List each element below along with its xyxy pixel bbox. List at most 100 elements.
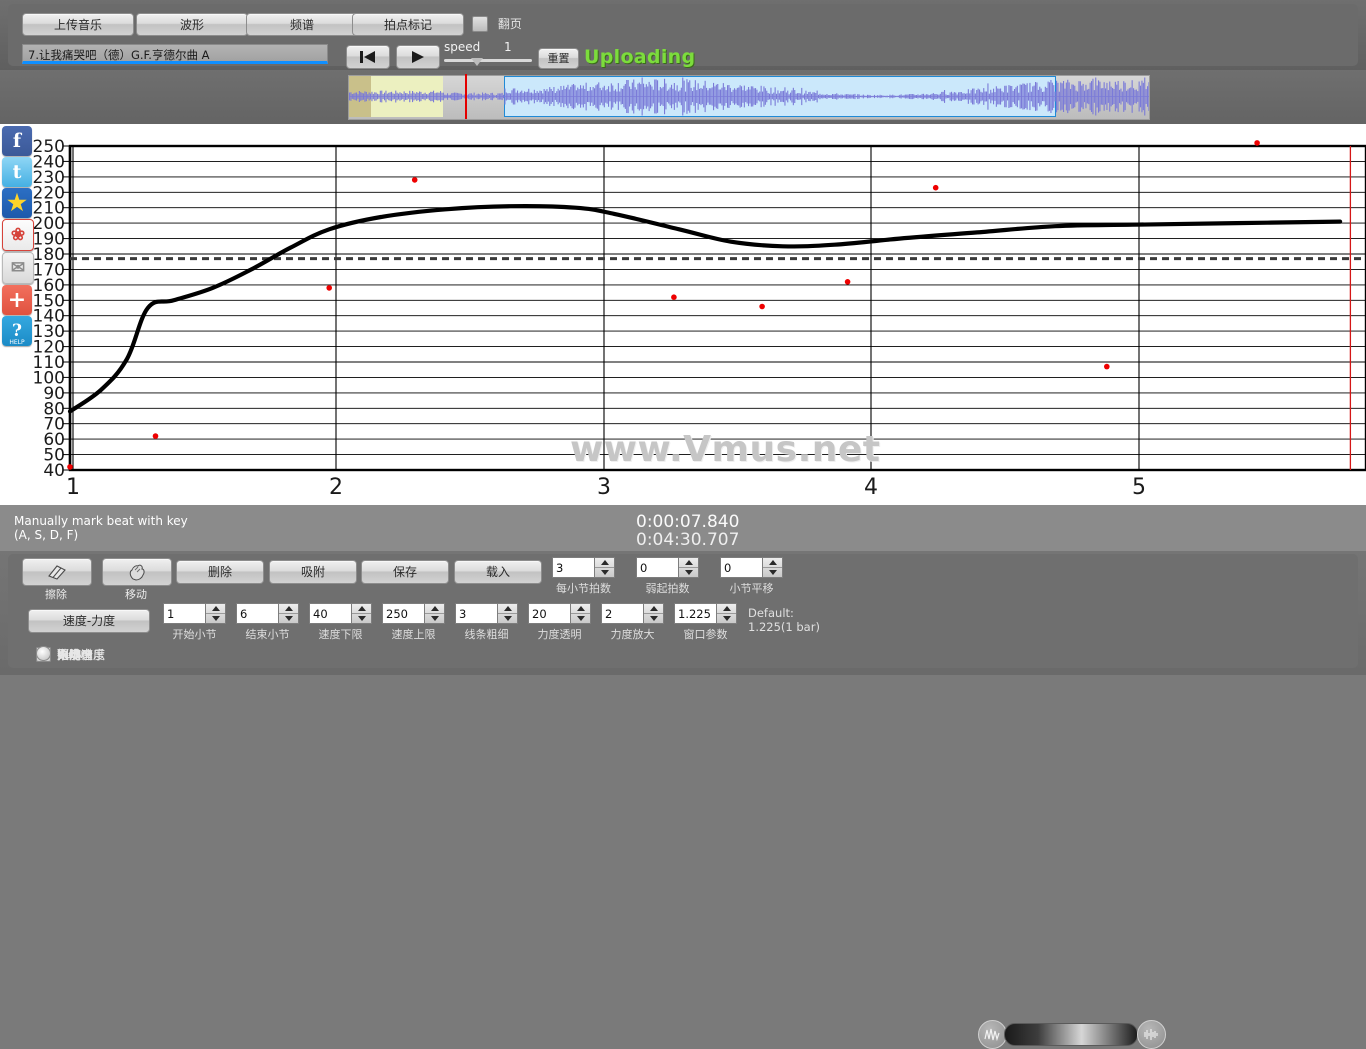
tempo-min-value[interactable]: 40 bbox=[309, 603, 351, 624]
share-plus-icon[interactable]: + bbox=[2, 285, 32, 315]
dynamics-scale-arrows[interactable] bbox=[643, 603, 664, 624]
line-width-value[interactable]: 3 bbox=[455, 603, 497, 624]
pickup-beats-value[interactable]: 0 bbox=[636, 557, 678, 578]
pickup-beats-down[interactable] bbox=[679, 568, 698, 577]
tempo-max-arrows[interactable] bbox=[424, 603, 445, 624]
flip-page-checkbox-group[interactable]: 翻页 bbox=[466, 15, 522, 32]
radio-worm[interactable]: Worm bbox=[30, 646, 92, 661]
tab-beat-marker[interactable]: 拍点标记 bbox=[352, 13, 464, 36]
pickup-beats-up[interactable] bbox=[679, 558, 698, 568]
tempo-chart[interactable]: 2502402302202102001901801701601501401301… bbox=[0, 124, 1366, 505]
window-param-arrows[interactable] bbox=[716, 603, 737, 624]
end-bar-arrows[interactable] bbox=[278, 603, 299, 624]
start-bar-up[interactable] bbox=[206, 604, 225, 614]
tempo-max-down[interactable] bbox=[425, 614, 444, 623]
start-bar-down[interactable] bbox=[206, 614, 225, 623]
email-icon[interactable]: ✉ bbox=[2, 252, 34, 284]
pickup-beats-field: 0 弱起拍数 bbox=[636, 557, 699, 596]
twitter-icon[interactable]: t bbox=[2, 157, 32, 187]
beats-per-bar-stepper[interactable]: 3 bbox=[552, 557, 615, 578]
tab-spectrum[interactable]: 频谱 bbox=[246, 13, 358, 36]
speed-slider-track[interactable] bbox=[444, 59, 532, 62]
speed-slider-knob[interactable] bbox=[471, 58, 483, 66]
end-bar-stepper[interactable]: 6 bbox=[236, 603, 299, 624]
tool-move[interactable] bbox=[102, 558, 172, 586]
line-width-arrows[interactable] bbox=[497, 603, 518, 624]
save-button-label: 保存 bbox=[393, 566, 417, 578]
pickup-beats-stepper[interactable]: 0 bbox=[636, 557, 699, 578]
bar-shift-down[interactable] bbox=[763, 568, 782, 577]
volume-slider[interactable] bbox=[1004, 1023, 1138, 1046]
tempo-max-value[interactable]: 250 bbox=[382, 603, 424, 624]
pickup-beats-arrows[interactable] bbox=[678, 557, 699, 578]
facebook-icon[interactable]: f bbox=[2, 126, 32, 156]
start-bar-stepper[interactable]: 1 bbox=[163, 603, 226, 624]
reset-button-label: 重置 bbox=[548, 53, 570, 64]
start-bar-value[interactable]: 1 bbox=[163, 603, 205, 624]
dynamics-scale-stepper[interactable]: 2 bbox=[601, 603, 664, 624]
waveform-high-icon[interactable] bbox=[1137, 1020, 1166, 1049]
waveform-overview[interactable] bbox=[348, 75, 1150, 120]
window-param-stepper[interactable]: 1.225 bbox=[674, 603, 737, 624]
speed-slider-group[interactable]: speed 1 bbox=[444, 40, 534, 70]
delete-button[interactable]: 删除 bbox=[176, 560, 264, 584]
beats-per-bar-up[interactable] bbox=[595, 558, 614, 568]
dynamics-opacity-value[interactable]: 20 bbox=[528, 603, 570, 624]
to-start-button[interactable] bbox=[346, 45, 390, 69]
beats-per-bar-arrows[interactable] bbox=[594, 557, 615, 578]
reset-button[interactable]: 重置 bbox=[538, 48, 579, 69]
tempo-min-up[interactable] bbox=[352, 604, 371, 614]
end-bar-label: 结束小节 bbox=[246, 626, 290, 642]
volume-control[interactable] bbox=[978, 1020, 1164, 1048]
dynamics-opacity-arrows[interactable] bbox=[570, 603, 591, 624]
line-width-stepper[interactable]: 3 bbox=[455, 603, 518, 624]
beats-per-bar-down[interactable] bbox=[595, 568, 614, 577]
qzone-icon[interactable]: ★ bbox=[2, 188, 32, 218]
weibo-icon[interactable]: ❀ bbox=[2, 219, 34, 251]
end-bar-down[interactable] bbox=[279, 614, 298, 623]
weibo-glyph: ❀ bbox=[11, 225, 25, 245]
svg-text:5: 5 bbox=[1132, 475, 1146, 500]
waveform-playhead[interactable] bbox=[465, 74, 467, 119]
window-param-up[interactable] bbox=[717, 604, 736, 614]
flip-page-checkbox[interactable] bbox=[472, 16, 488, 32]
line-width-up[interactable] bbox=[498, 604, 517, 614]
beats-per-bar-value[interactable]: 3 bbox=[552, 557, 594, 578]
tool-erase[interactable] bbox=[22, 558, 92, 586]
waveform-low-icon[interactable] bbox=[978, 1020, 1007, 1049]
dynamics-scale-value[interactable]: 2 bbox=[601, 603, 643, 624]
tempo-dynamics-button[interactable]: 速度-力度 bbox=[28, 609, 150, 633]
tab-upload-music[interactable]: 上传音乐 bbox=[22, 13, 134, 36]
dynamics-opacity-up[interactable] bbox=[571, 604, 590, 614]
tab-waveform[interactable]: 波形 bbox=[136, 13, 248, 36]
tempo-max-stepper[interactable]: 250 bbox=[382, 603, 445, 624]
dynamics-opacity-down[interactable] bbox=[571, 614, 590, 623]
help-icon[interactable]: ?HELP bbox=[2, 316, 32, 346]
tempo-min-stepper[interactable]: 40 bbox=[309, 603, 372, 624]
load-button[interactable]: 载入 bbox=[454, 560, 542, 584]
dynamics-scale-down[interactable] bbox=[644, 614, 663, 623]
tempo-max-up[interactable] bbox=[425, 604, 444, 614]
file-name-field[interactable]: 7.让我痛哭吧（德）G.F.亨德尔曲 A bbox=[22, 44, 328, 64]
play-button[interactable] bbox=[396, 45, 440, 69]
tempo-min-arrows[interactable] bbox=[351, 603, 372, 624]
save-button[interactable]: 保存 bbox=[361, 560, 449, 584]
top-toolbar: 上传音乐 波形 频谱 拍点标记 翻页 7.让我痛哭吧（德）G.F.亨德尔曲 A … bbox=[0, 0, 1366, 70]
snap-button[interactable]: 吸附 bbox=[269, 560, 357, 584]
window-param-value[interactable]: 1.225 bbox=[674, 603, 716, 624]
bar-shift-arrows[interactable] bbox=[762, 557, 783, 578]
dynamics-scale-label: 力度放大 bbox=[611, 626, 655, 642]
dynamics-opacity-stepper[interactable]: 20 bbox=[528, 603, 591, 624]
radio-worm-dot[interactable] bbox=[36, 646, 51, 661]
bar-shift-up[interactable] bbox=[763, 558, 782, 568]
bar-shift-value[interactable]: 0 bbox=[720, 557, 762, 578]
start-bar-arrows[interactable] bbox=[205, 603, 226, 624]
time-display: 0:00:07.840 0:04:30.707 bbox=[636, 513, 739, 549]
end-bar-value[interactable]: 6 bbox=[236, 603, 278, 624]
window-param-down[interactable] bbox=[717, 614, 736, 623]
tempo-min-down[interactable] bbox=[352, 614, 371, 623]
bar-shift-stepper[interactable]: 0 bbox=[720, 557, 783, 578]
line-width-down[interactable] bbox=[498, 614, 517, 623]
end-bar-up[interactable] bbox=[279, 604, 298, 614]
dynamics-scale-up[interactable] bbox=[644, 604, 663, 614]
